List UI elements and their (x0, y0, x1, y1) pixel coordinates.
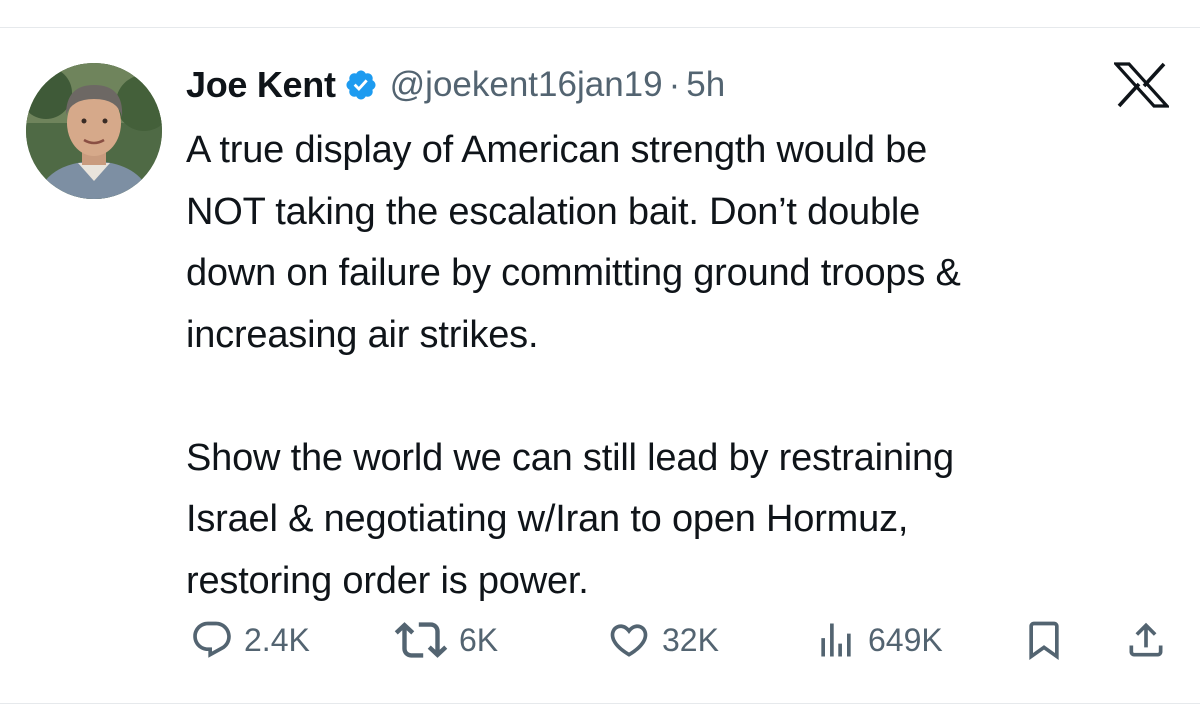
author-display-name[interactable]: Joe Kent (186, 64, 336, 106)
author-handle[interactable]: @joekent16jan19 (390, 65, 663, 105)
heart-icon (610, 624, 648, 657)
tweet-paragraph-2: Show the world we can still lead by rest… (186, 436, 954, 602)
reply-button[interactable]: 2.4K (190, 615, 310, 665)
bottom-divider (0, 703, 1200, 704)
views-icon (821, 623, 851, 657)
share-icon (1129, 622, 1163, 657)
timestamp[interactable]: 5h (686, 65, 725, 105)
tweet-text: A true display of American strength woul… (186, 120, 1176, 612)
x-logo-icon (1114, 62, 1169, 108)
verified-badge-icon (346, 70, 376, 100)
tweet-paragraph-1: A true display of American strength woul… (186, 129, 961, 356)
tweet-card: Joe Kent @joekent16jan19 · 5h A true dis… (0, 0, 1200, 722)
repost-count: 6K (459, 621, 499, 658)
reply-icon (193, 621, 231, 658)
share-button[interactable] (1124, 615, 1168, 665)
reply-count: 2.4K (244, 621, 310, 658)
views-button[interactable]: 649K (814, 615, 943, 665)
repost-icon (394, 622, 448, 658)
tweet-header: Joe Kent @joekent16jan19 · 5h (186, 62, 725, 108)
separator-dot: · (668, 65, 681, 104)
bookmark-button[interactable] (1022, 615, 1066, 665)
avatar[interactable] (26, 63, 162, 199)
like-button[interactable]: 32K (606, 615, 719, 665)
view-count: 649K (868, 621, 943, 658)
repost-button[interactable]: 6K (393, 615, 498, 665)
top-divider (0, 27, 1200, 28)
like-count: 32K (662, 621, 719, 658)
action-bar: 2.4K 6K 32K 649K (0, 615, 1200, 665)
bookmark-icon (1029, 621, 1059, 661)
